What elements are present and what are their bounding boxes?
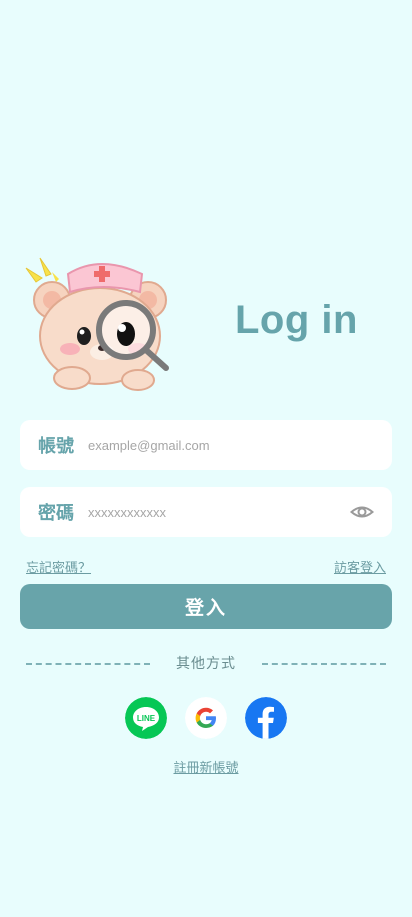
eye-icon[interactable] — [350, 500, 374, 524]
line-icon-text: LINE — [137, 714, 156, 723]
register-container: 註冊新帳號 — [0, 757, 412, 777]
facebook-login-button[interactable] — [245, 697, 287, 739]
google-login-button[interactable] — [185, 697, 227, 739]
other-methods-divider: 其他方式 — [22, 653, 390, 673]
divider-line-right — [262, 663, 386, 665]
login-button[interactable]: 登入 — [20, 584, 392, 629]
line-login-button[interactable]: LINE — [125, 697, 167, 739]
page-title: Log in — [235, 298, 358, 342]
account-input[interactable] — [88, 437, 392, 453]
forgot-password-link[interactable]: 忘記密碼？ — [26, 557, 91, 576]
guest-login-link[interactable]: 訪客登入 — [334, 557, 386, 576]
register-link[interactable]: 註冊新帳號 — [173, 760, 238, 775]
password-input[interactable] — [88, 504, 350, 520]
account-label: 帳號 — [38, 436, 74, 456]
login-screen: Log in 帳號 密碼 忘記密碼？ 訪客登入 登入 其他方式 LINE — [0, 0, 412, 917]
password-label: 密碼 — [38, 503, 74, 523]
bear-nurse-mascot-icon — [25, 257, 169, 391]
password-field[interactable]: 密碼 — [20, 487, 392, 537]
account-field[interactable]: 帳號 — [20, 420, 392, 470]
